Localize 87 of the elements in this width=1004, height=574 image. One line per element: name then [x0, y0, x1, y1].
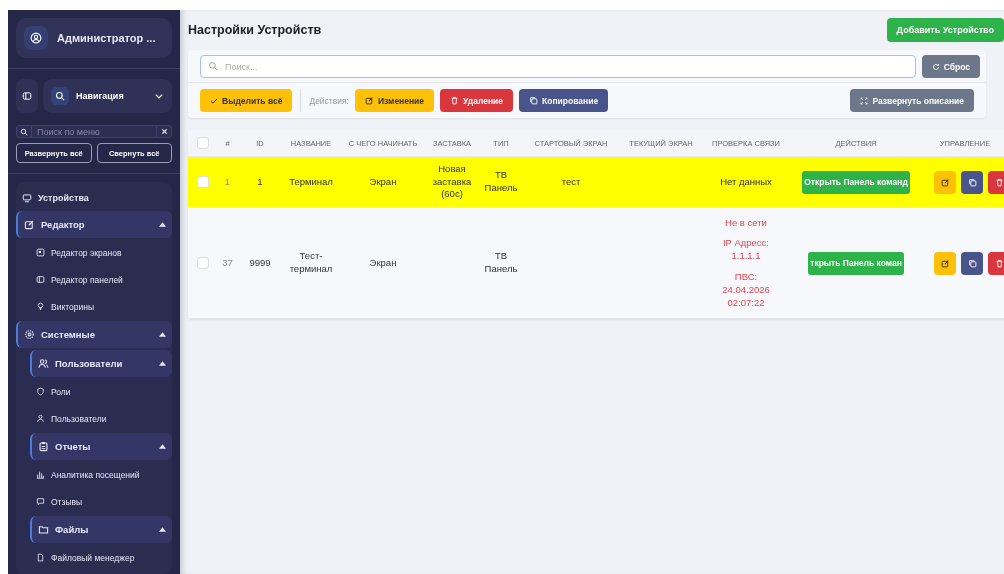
table-cell-text: Терминал [288, 175, 334, 189]
table-row[interactable]: 37 9999 Тест-терминал Экран ТВ Панель Не в сети IP Адресс: 1.1.1.1 ПВС: 24.04.2026 02:07:22 ткрыть Панель коман [188, 208, 1004, 319]
menu-item[interactable]: Отзывы [30, 489, 172, 514]
table-cell-text: тест [560, 175, 582, 189]
menu-group[interactable]: Отчеты [30, 433, 172, 460]
copy-button[interactable]: Копирование [519, 89, 609, 112]
search-field[interactable]: Поиск... [200, 55, 916, 78]
table-cell-text: ТВ Панель [483, 169, 519, 195]
user-name: Администратор ... [57, 32, 156, 44]
menu-item[interactable]: Роли [30, 379, 172, 404]
table-row[interactable]: 1 1 Терминал Экран Новая заставка (60с) ТВ Панель тест Нет данных Открыть Панель команд [188, 157, 1004, 208]
edit-icon [24, 219, 35, 230]
menu-group[interactable]: Файлы [30, 516, 172, 543]
copy-button[interactable] [961, 170, 983, 194]
expand-description-button[interactable]: Развернуть описание [850, 89, 974, 112]
table-cell-text: 37 [221, 256, 234, 270]
gear-icon [24, 329, 35, 340]
panel-icon [36, 275, 45, 284]
menu-item[interactable]: Редактор экранов [30, 240, 172, 265]
folder-icon [38, 524, 49, 535]
checkbox[interactable] [197, 137, 209, 149]
table-cell-text: Экран [368, 256, 398, 270]
delete-button[interactable] [988, 251, 1004, 275]
select-all-button[interactable]: Выделить всё [200, 89, 293, 112]
connection-status: ПВС: 24.04.2026 02:07:22 [721, 271, 771, 310]
file-icon [36, 553, 45, 562]
menu-item[interactable]: Пользователи [30, 406, 172, 431]
search-icon [20, 127, 28, 136]
panel-icon [22, 90, 32, 101]
edit-icon [940, 258, 950, 268]
actions-label: Действия: [309, 95, 349, 106]
user-icon [36, 414, 45, 423]
menu-group[interactable]: Пользователи [30, 350, 172, 377]
bulb-icon [36, 302, 45, 311]
connection-status: Не в сети [725, 216, 767, 230]
delete-button[interactable] [988, 170, 1004, 194]
menu-item[interactable]: Викторины [30, 294, 172, 319]
sidebar-toggle-button[interactable] [16, 78, 38, 113]
chat-icon [36, 497, 45, 506]
connection-status: IP Адресс: 1.1.1.1 [722, 237, 770, 263]
edit-icon [365, 96, 374, 105]
refresh-icon [931, 62, 940, 71]
trash-icon [994, 258, 1004, 268]
trash-icon [450, 96, 460, 105]
menu-item[interactable]: Файловый менеджер [30, 545, 172, 570]
edit-button[interactable] [934, 251, 956, 275]
menu-item[interactable]: Устройства [16, 186, 172, 209]
clipboard-icon [38, 441, 49, 452]
user-card[interactable]: Администратор ... [16, 18, 172, 58]
copy-icon [967, 258, 977, 268]
menu-group[interactable]: Системные [16, 321, 172, 348]
copy-button[interactable] [961, 251, 983, 275]
menu-item[interactable]: Редактор панелей [30, 267, 172, 292]
edit-icon [940, 177, 950, 187]
table-cell-text: ТВ Панель [483, 250, 519, 276]
connection-status: Нет данных [720, 175, 772, 189]
edit-button[interactable]: Изменение [355, 89, 435, 112]
table-cell-text: 1 [256, 175, 264, 189]
menu-group[interactable]: Редактор [16, 211, 172, 238]
menu-search-field[interactable]: Поиск по меню [32, 124, 156, 139]
monitor-icon [22, 192, 32, 203]
reset-button[interactable]: Сброс [921, 55, 980, 78]
copy-icon [967, 177, 977, 187]
user-avatar-icon [30, 32, 42, 44]
close-icon [160, 128, 168, 135]
check-icon [210, 96, 218, 105]
page-title: Настройки Устройств [188, 23, 322, 37]
search-icon [55, 90, 65, 101]
image-icon [36, 248, 45, 257]
clear-button[interactable] [156, 124, 172, 139]
edit-button[interactable] [934, 170, 956, 194]
table-cell-text: Тест-терминал [288, 250, 334, 276]
checkbox[interactable] [197, 257, 209, 269]
table-cell-text: 9999 [248, 256, 272, 270]
expand-icon [860, 96, 869, 105]
copy-icon [529, 96, 539, 105]
shield-icon [36, 387, 45, 396]
navigation-dropdown[interactable]: Навигация [43, 78, 172, 113]
menu-item[interactable]: Аналитика посещений [30, 462, 172, 487]
trash-icon [994, 177, 1004, 187]
delete-button[interactable]: Удаление [440, 89, 514, 112]
table-cell-text: 1 [223, 175, 232, 189]
table-cell-text: Новая заставка (60с) [431, 162, 473, 202]
table-cell-text: Экран [368, 175, 398, 189]
bar-chart-icon [36, 470, 45, 479]
checkbox[interactable] [197, 176, 209, 188]
users-icon [38, 358, 49, 369]
